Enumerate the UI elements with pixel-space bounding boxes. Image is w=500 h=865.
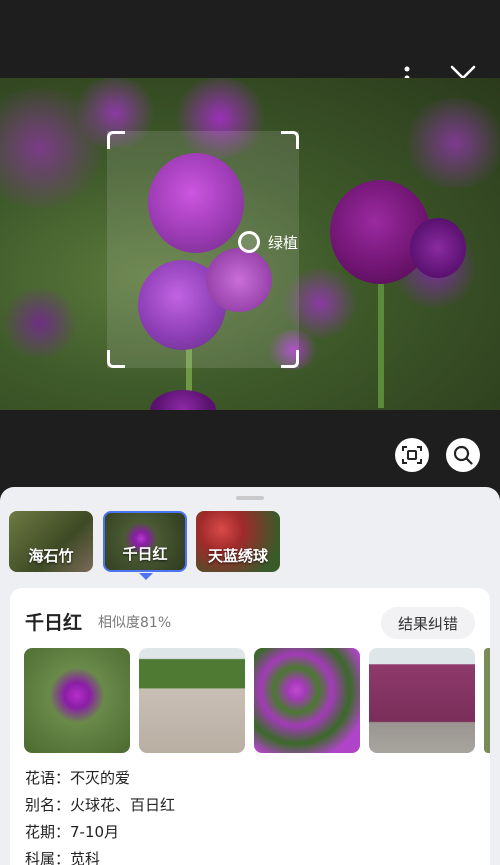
gallery-image[interactable] — [24, 648, 130, 753]
search-button[interactable] — [446, 438, 480, 472]
result-tab-label: 海石竹 — [28, 547, 74, 565]
search-icon — [453, 445, 473, 465]
correct-result-button[interactable]: 结果纠错 — [381, 607, 475, 639]
result-tab-2[interactable]: 天蓝绣球 — [196, 511, 280, 572]
scan-icon — [402, 446, 422, 464]
result-card: 千日红 相似度81% 结果纠错 花语：不灭的爱 别名：火球花、百日红 花期：7-… — [10, 588, 490, 865]
result-tab-1[interactable]: 千日红 — [103, 511, 187, 572]
similarity-label: 相似度81% — [98, 615, 172, 631]
object-tag[interactable]: 绿植 — [238, 231, 298, 253]
detail-season: 花期：7-10月 — [25, 823, 120, 841]
scan-button[interactable] — [395, 438, 429, 472]
detail-alias: 别名：火球花、百日红 — [25, 796, 176, 814]
gallery-image[interactable] — [254, 648, 360, 753]
tag-dot-icon — [238, 231, 260, 253]
sheet-handle[interactable] — [236, 496, 264, 500]
result-tab-label: 千日红 — [122, 545, 168, 563]
results-sheet: 海石竹 千日红 天蓝绣球 千日红 相似度81% 结果纠错 花语：不灭的爱 别名：… — [0, 487, 500, 865]
result-title: 千日红 — [25, 612, 83, 634]
detail-family: 科属：苋科 — [25, 850, 101, 865]
detail-language: 花语：不灭的爱 — [25, 769, 131, 787]
tag-label: 绿植 — [268, 233, 299, 252]
gallery-image[interactable] — [139, 648, 245, 753]
gallery-image[interactable] — [484, 648, 490, 753]
gallery-image[interactable] — [369, 648, 475, 753]
result-tab-0[interactable]: 海石竹 — [9, 511, 93, 572]
result-tab-label: 天蓝绣球 — [207, 547, 268, 565]
active-tab-pointer — [139, 573, 153, 580]
